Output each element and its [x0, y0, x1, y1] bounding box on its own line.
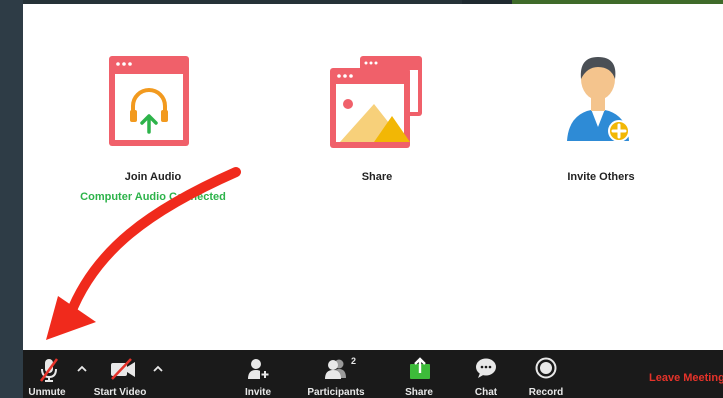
- participants-count-badge: 2: [351, 356, 357, 366]
- invite-person-icon: [567, 57, 630, 142]
- record-icon: [535, 357, 557, 379]
- video-off-camera-icon: [111, 358, 135, 380]
- audio-status-text: Computer Audio Connected: [80, 191, 226, 203]
- participants-label: Participants: [307, 387, 365, 398]
- share-screen-icon: [330, 56, 422, 148]
- record-label: Record: [528, 387, 564, 398]
- video-options-chevron-up-icon[interactable]: [153, 364, 163, 374]
- chat-button[interactable]: Chat: [469, 350, 503, 398]
- participants-icon: [325, 359, 346, 379]
- leave-meeting-button[interactable]: Leave Meeting: [649, 372, 723, 384]
- unmute-label: Unmute: [28, 387, 66, 398]
- invite-label: Invite: [244, 387, 272, 398]
- meeting-main-panel: Join Audio Computer Audio Connected Shar…: [23, 4, 723, 350]
- invite-button[interactable]: Invite: [239, 350, 279, 398]
- join-audio-label: Join Audio: [124, 171, 182, 183]
- add-user-icon: [248, 359, 270, 379]
- invite-others-label: Invite Others: [567, 171, 635, 183]
- muted-microphone-icon: [39, 358, 59, 382]
- share-screen-arrow-icon: [410, 357, 430, 379]
- unmute-button[interactable]: Unmute: [23, 350, 75, 398]
- chat-bubble-icon: [476, 358, 496, 378]
- share-screen-button[interactable]: Share: [401, 350, 439, 398]
- left-edge: [0, 0, 23, 398]
- audio-options-chevron-up-icon[interactable]: [77, 364, 87, 374]
- meeting-toolbar: Unmute Start Video Invite 2 Participants…: [23, 350, 723, 398]
- join-audio-icon: [109, 56, 189, 146]
- share-label: Share: [361, 171, 393, 183]
- record-button[interactable]: Record: [527, 350, 565, 398]
- participants-button[interactable]: 2 Participants: [305, 350, 375, 398]
- start-video-button[interactable]: Start Video: [93, 350, 149, 398]
- start-video-label: Start Video: [93, 387, 147, 398]
- share-label: Share: [405, 387, 433, 398]
- chat-label: Chat: [474, 387, 498, 398]
